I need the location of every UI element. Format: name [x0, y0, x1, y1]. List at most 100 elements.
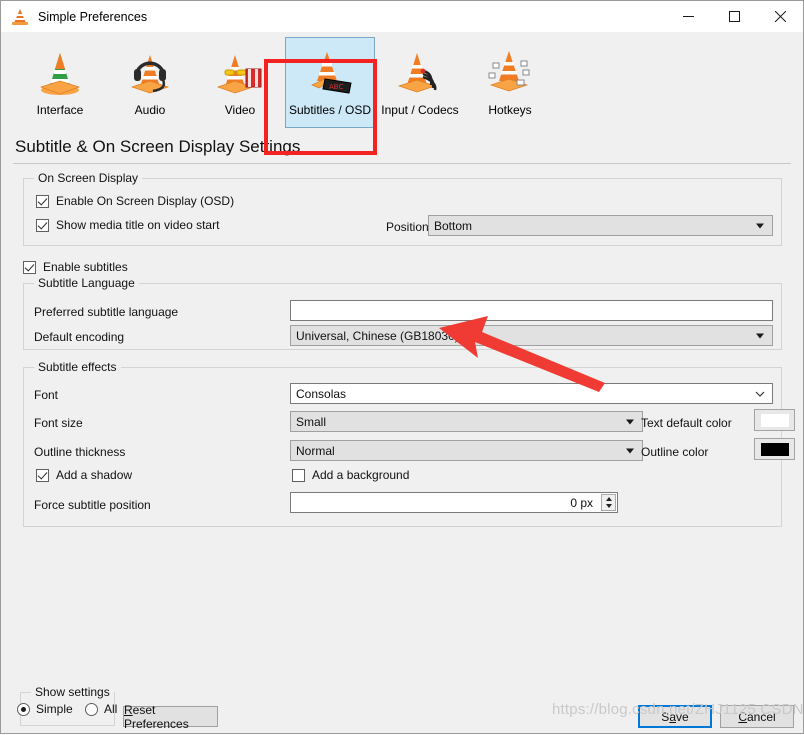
text-default-color-button[interactable]	[754, 409, 795, 431]
default-encoding-value: Universal, Chinese (GB18030)	[296, 329, 459, 343]
page-title: Subtitle & On Screen Display Settings	[1, 129, 803, 163]
font-size-select[interactable]: Small	[290, 411, 643, 432]
vlc-cone-icon	[11, 8, 29, 26]
toolbar-item-label: Subtitles / OSD	[289, 103, 371, 117]
default-encoding-label: Default encoding	[34, 330, 124, 344]
toolbar-item-hotkeys[interactable]: Hotkeys	[465, 37, 555, 128]
chevron-down-icon	[626, 448, 634, 453]
reset-preferences-button[interactable]: Reset Preferences	[123, 706, 218, 727]
title-bar: Simple Preferences	[1, 1, 803, 32]
save-button[interactable]: Save	[638, 705, 712, 728]
force-subtitle-position-stepper[interactable]: 0 px	[290, 492, 618, 513]
font-size-value: Small	[296, 415, 326, 429]
subtitle-language-group: Subtitle Language Preferred subtitle lan…	[23, 283, 782, 350]
window-controls	[665, 1, 803, 32]
toolbar-item-input-codecs[interactable]: Input / Codecs	[375, 37, 465, 128]
text-default-color-label: Text default color	[641, 416, 732, 430]
add-background-checkbox[interactable]: Add a background	[292, 468, 409, 482]
minimize-icon[interactable]	[665, 1, 711, 32]
osd-position-value: Bottom	[434, 219, 472, 233]
mnemonic: R	[124, 703, 133, 717]
outline-thickness-select[interactable]: Normal	[290, 440, 643, 461]
settings-content: On Screen Display Enable On Screen Displ…	[1, 164, 803, 733]
radio-circle	[17, 703, 30, 716]
preferred-language-label: Preferred subtitle language	[34, 305, 178, 319]
position-label: Position	[386, 220, 429, 234]
checkbox-label: Add a background	[312, 468, 409, 482]
stepper-up-icon[interactable]	[602, 495, 615, 503]
on-screen-display-group: On Screen Display Enable On Screen Displ…	[23, 178, 782, 246]
font-label: Font	[34, 388, 58, 402]
chevron-down-icon	[756, 333, 764, 338]
stepper-down-icon[interactable]	[602, 503, 615, 511]
font-value: Consolas	[296, 387, 346, 401]
maximize-icon[interactable]	[711, 1, 757, 32]
vlc-hotkeys-icon	[483, 47, 537, 97]
group-legend: Subtitle effects	[34, 360, 121, 374]
cancel-button[interactable]: Cancel	[720, 705, 794, 728]
subtitle-effects-group: Subtitle effects Font Consolas Font size…	[23, 367, 782, 527]
chevron-down-icon	[755, 388, 765, 398]
outline-thickness-value: Normal	[296, 444, 335, 458]
section-toolbar: Interface Audio	[1, 32, 803, 129]
chevron-down-icon	[626, 419, 634, 424]
cancel-label-rest: ancel	[747, 710, 776, 724]
outline-thickness-label: Outline thickness	[34, 445, 125, 459]
save-label-tail: ve	[676, 710, 689, 724]
group-legend: Subtitle Language	[34, 276, 139, 290]
mnemonic: a	[669, 710, 676, 724]
svg-text:ABC: ABC	[329, 83, 343, 91]
vlc-subtitles-icon: ABC	[303, 47, 357, 97]
toolbar-item-subtitles-osd[interactable]: ABC Subtitles / OSD	[285, 37, 375, 128]
font-size-label: Font size	[34, 416, 83, 430]
show-settings-simple-radio[interactable]: Simple	[17, 702, 73, 716]
toolbar-item-audio[interactable]: Audio	[105, 37, 195, 128]
checkbox-box	[23, 261, 36, 274]
preferences-window: Simple Preferences	[0, 0, 804, 734]
stepper-buttons[interactable]	[601, 494, 616, 511]
outline-color-label: Outline color	[641, 445, 708, 459]
toolbar-item-label: Audio	[135, 103, 166, 117]
enable-osd-checkbox[interactable]: Enable On Screen Display (OSD)	[36, 194, 234, 208]
radio-label: All	[104, 702, 117, 716]
toolbar-item-label: Interface	[37, 103, 84, 117]
checkbox-label: Enable subtitles	[43, 260, 128, 274]
show-settings-group: Show settings Simple All	[20, 692, 115, 726]
default-encoding-select[interactable]: Universal, Chinese (GB18030)	[290, 325, 773, 346]
mnemonic: C	[738, 710, 747, 724]
color-chip	[761, 443, 789, 456]
toolbar-item-label: Video	[225, 103, 255, 117]
force-subtitle-position-value: 0 px	[570, 496, 593, 510]
chevron-down-icon	[756, 223, 764, 228]
force-subtitle-position-label: Force subtitle position	[34, 498, 151, 512]
close-icon[interactable]	[757, 1, 803, 32]
checkbox-box	[292, 469, 305, 482]
checkbox-label: Enable On Screen Display (OSD)	[56, 194, 234, 208]
color-chip	[761, 414, 789, 427]
font-select[interactable]: Consolas	[290, 383, 773, 404]
window-title: Simple Preferences	[38, 10, 147, 24]
checkbox-box	[36, 195, 49, 208]
toolbar-item-video[interactable]: Video	[195, 37, 285, 128]
toolbar-item-label: Hotkeys	[488, 103, 531, 117]
vlc-video-icon	[213, 47, 267, 97]
checkbox-box	[36, 219, 49, 232]
vlc-input-codecs-icon	[393, 47, 447, 97]
enable-subtitles-checkbox[interactable]: Enable subtitles	[23, 260, 128, 274]
checkbox-box	[36, 469, 49, 482]
checkbox-label: Show media title on video start	[56, 218, 219, 232]
radio-circle	[85, 703, 98, 716]
outline-color-button[interactable]	[754, 438, 795, 460]
vlc-audio-icon	[123, 47, 177, 97]
reset-preferences-label-rest: eset Preferences	[124, 703, 189, 731]
toolbar-item-interface[interactable]: Interface	[15, 37, 105, 128]
group-legend: Show settings	[31, 685, 114, 699]
show-settings-all-radio[interactable]: All	[85, 702, 117, 716]
radio-label: Simple	[36, 702, 73, 716]
preferred-language-input[interactable]	[290, 300, 773, 321]
add-shadow-checkbox[interactable]: Add a shadow	[36, 468, 132, 482]
checkbox-label: Add a shadow	[56, 468, 132, 482]
show-media-title-checkbox[interactable]: Show media title on video start	[36, 218, 219, 232]
group-legend: On Screen Display	[34, 171, 142, 185]
osd-position-select[interactable]: Bottom	[428, 215, 773, 236]
